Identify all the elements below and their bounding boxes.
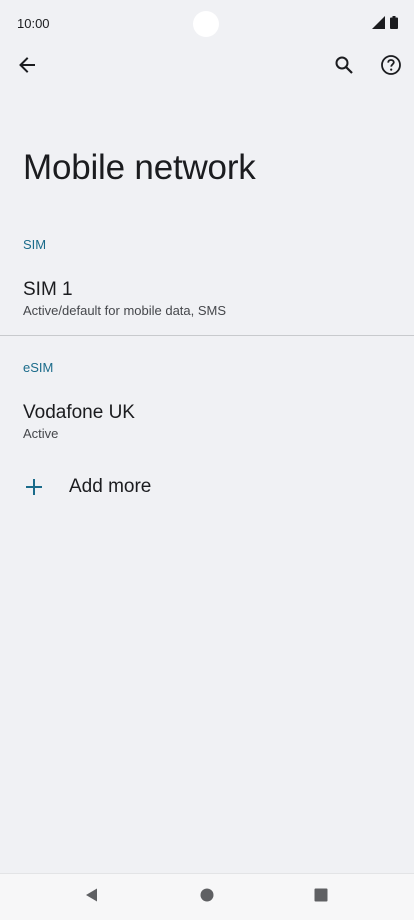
section-header-sim: SIM bbox=[23, 237, 47, 252]
divider bbox=[0, 335, 414, 336]
add-more-label: Add more bbox=[69, 476, 152, 497]
back-button[interactable] bbox=[9, 49, 45, 85]
plus-icon bbox=[22, 475, 46, 499]
nav-back-button[interactable] bbox=[77, 882, 107, 912]
list-item-sim-1[interactable]: SIM 1 Active/default for mobile data, SM… bbox=[0, 278, 414, 320]
nav-recents-icon bbox=[313, 887, 329, 908]
nav-home-button[interactable] bbox=[192, 882, 222, 912]
nav-home-icon bbox=[199, 887, 215, 908]
top-app-bar bbox=[0, 48, 414, 88]
nav-back-icon bbox=[84, 887, 100, 908]
help-circle-icon bbox=[380, 54, 402, 81]
page-title: Mobile network bbox=[23, 148, 256, 187]
section-header-esim: eSIM bbox=[23, 360, 54, 375]
search-button[interactable] bbox=[326, 49, 362, 85]
signal-icon bbox=[372, 16, 385, 34]
nav-recents-button[interactable] bbox=[306, 882, 336, 912]
item-title: Vodafone UK bbox=[23, 402, 135, 423]
status-bar: 10:00 bbox=[0, 0, 414, 48]
status-icons bbox=[372, 16, 398, 34]
search-icon bbox=[334, 55, 354, 80]
navigation-bar bbox=[0, 873, 414, 920]
status-time: 10:00 bbox=[17, 16, 50, 31]
add-more-button[interactable]: Add more bbox=[0, 470, 414, 506]
item-summary: Active bbox=[23, 426, 59, 441]
battery-icon bbox=[390, 16, 398, 34]
list-item-vodafone-uk[interactable]: Vodafone UK Active bbox=[0, 401, 414, 443]
camera-cutout bbox=[193, 11, 219, 37]
item-summary: Active/default for mobile data, SMS bbox=[23, 303, 227, 318]
arrow-left-icon bbox=[17, 55, 37, 80]
help-button[interactable] bbox=[373, 49, 409, 85]
item-title: SIM 1 bbox=[23, 279, 73, 300]
